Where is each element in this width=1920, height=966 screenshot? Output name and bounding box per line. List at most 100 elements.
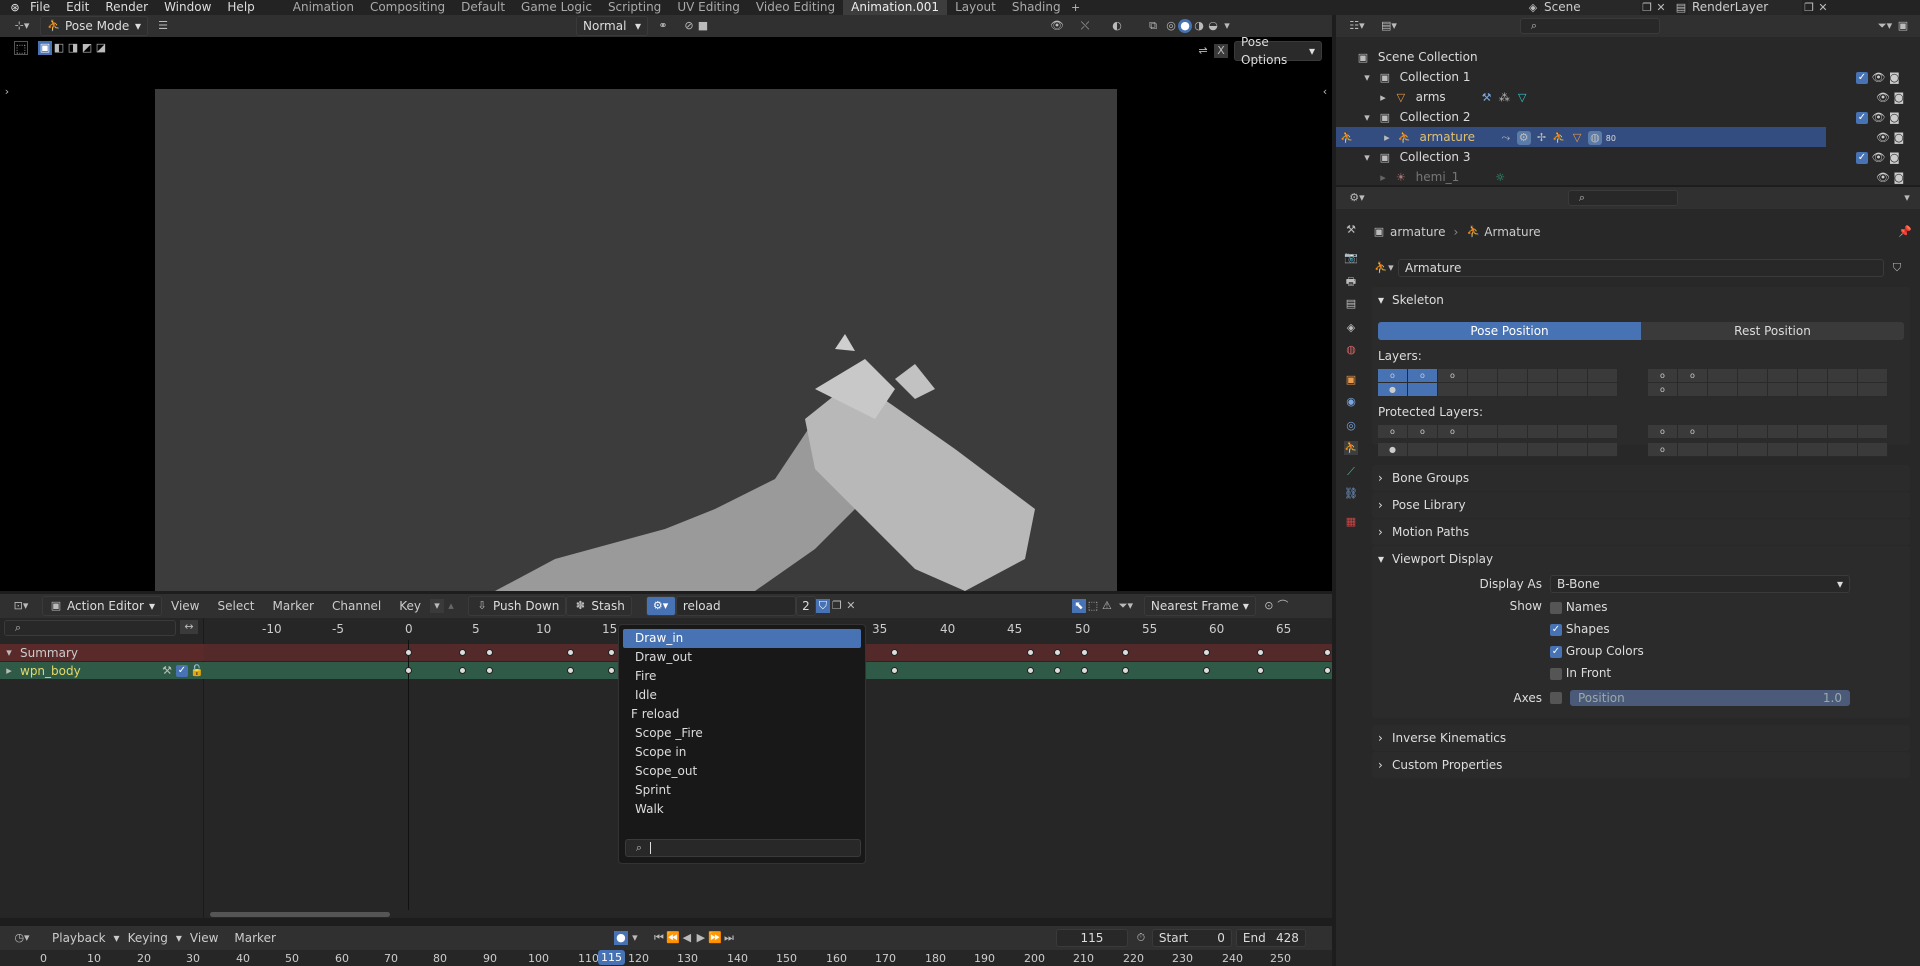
keyframe[interactable] xyxy=(608,667,615,674)
menu-channel[interactable]: Channel xyxy=(323,599,390,613)
browse-action-button[interactable]: ⚙▾ xyxy=(645,596,676,616)
lock-icon[interactable]: 🔓 xyxy=(190,664,204,678)
protected-grid-right[interactable]: oo xyxy=(1648,425,1898,439)
axes-checkbox[interactable] xyxy=(1550,692,1562,704)
layer-cell[interactable] xyxy=(1588,443,1618,457)
shapes-checkbox-row[interactable]: ✓ Shapes xyxy=(1550,621,1610,637)
layer-cell[interactable]: o xyxy=(1648,383,1678,397)
jump-end-icon[interactable]: ⏭ xyxy=(722,931,736,945)
action-icon[interactable]: ⚙ xyxy=(1516,131,1531,145)
menu-key[interactable]: Key xyxy=(390,599,430,613)
shading-options-icon[interactable]: ▾ xyxy=(1220,19,1234,33)
bone-constraint-tab-icon[interactable]: ⛓ xyxy=(1344,487,1358,501)
modifier-wrench-icon[interactable]: ⚒ xyxy=(160,664,174,678)
layer-cell[interactable] xyxy=(1708,383,1738,397)
pose-position-button[interactable]: Pose Position xyxy=(1378,322,1641,340)
layer-up-icon[interactable]: ▴ xyxy=(444,599,458,613)
layer-cell[interactable] xyxy=(1468,425,1498,439)
preview-range-icon[interactable]: ⏱ xyxy=(1134,931,1148,945)
snap-icon[interactable]: ⊘ xyxy=(682,19,696,33)
collapse-icon[interactable]: ▾ xyxy=(1900,191,1914,205)
keyframe[interactable] xyxy=(1257,649,1264,656)
menu-playback[interactable]: Playback xyxy=(44,931,114,945)
transform-orientation[interactable]: Normal ▾ xyxy=(576,16,648,36)
fake-user-shield-icon[interactable]: ⛉ xyxy=(815,599,830,613)
keyframe[interactable] xyxy=(1081,667,1088,674)
action-item-draw-in[interactable]: Draw_in xyxy=(623,629,861,648)
eye-icon[interactable]: 👁 xyxy=(1872,71,1886,84)
layer-cell[interactable] xyxy=(1588,383,1618,397)
x-axis-icon[interactable]: X xyxy=(1214,44,1228,58)
protected-grid-right-row2[interactable]: o xyxy=(1648,443,1902,457)
armature-data-tab-icon[interactable]: ⛹ xyxy=(1344,441,1358,455)
select-extend-icon[interactable]: ◧ xyxy=(52,41,66,55)
layer-cell[interactable]: o xyxy=(1678,369,1708,383)
tab-uv-editing[interactable]: UV Editing xyxy=(669,0,748,15)
layer-cell[interactable] xyxy=(1858,425,1888,439)
layer-cell[interactable]: o xyxy=(1408,425,1438,439)
pin-icon[interactable]: 📌 xyxy=(1898,225,1912,239)
names-checkbox[interactable] xyxy=(1550,601,1562,614)
output-tab-icon[interactable]: 🖶 xyxy=(1344,275,1358,289)
solid-shading-icon[interactable]: ● xyxy=(1178,19,1192,33)
bone-icon[interactable]: ⛹ xyxy=(1552,131,1566,145)
keyframe[interactable] xyxy=(1257,667,1264,674)
rendered-shading-icon[interactable]: ◒ xyxy=(1206,19,1220,33)
layer-cell[interactable] xyxy=(1858,383,1888,397)
layer-cell[interactable] xyxy=(1828,425,1858,439)
exclude-checkbox[interactable]: ✓ xyxy=(1856,72,1868,84)
tab-game-logic[interactable]: Game Logic xyxy=(513,0,600,15)
menu-marker-timeline[interactable]: Marker xyxy=(226,931,283,945)
wireframe-shading-icon[interactable]: ◎ xyxy=(1164,19,1178,33)
action-users-count[interactable]: 2 xyxy=(795,596,816,616)
action-item-reload[interactable]: F reload xyxy=(623,705,861,724)
layer-cell[interactable] xyxy=(1738,425,1768,439)
action-item-scope-fire[interactable]: Scope _Fire xyxy=(623,724,861,743)
tool-tab-icon[interactable]: ⚒ xyxy=(1344,223,1358,237)
layer-cell[interactable] xyxy=(1678,443,1708,457)
eye-icon[interactable]: 👁 xyxy=(1872,151,1886,164)
properties-editor-icon[interactable]: ⚙▾ xyxy=(1346,191,1368,205)
channel-search[interactable]: ⌕ xyxy=(4,620,176,636)
keyframe[interactable] xyxy=(1122,649,1129,656)
keyframe[interactable] xyxy=(1054,649,1061,656)
camera-icon[interactable]: ◙ xyxy=(1889,71,1900,84)
layer-down-icon[interactable]: ▾ xyxy=(430,599,445,613)
vertex-group-icon[interactable]: ⁂ xyxy=(1497,91,1511,105)
tab-animation[interactable]: Animation xyxy=(285,0,362,15)
tab-video-editing[interactable]: Video Editing xyxy=(748,0,843,15)
eye-icon[interactable]: 👁 xyxy=(1876,171,1890,184)
expand-arrow-icon[interactable]: ▸ xyxy=(1376,171,1390,185)
push-down-button[interactable]: ⇩ Push Down xyxy=(468,596,567,616)
keyframe[interactable] xyxy=(1027,667,1034,674)
layer-cell[interactable] xyxy=(1828,369,1858,383)
cursor-tool-icon[interactable]: ⬚ xyxy=(14,41,28,55)
camera-icon[interactable]: ◙ xyxy=(1889,151,1900,164)
sidebar-collapse-icon[interactable]: ‹ xyxy=(1318,85,1332,99)
object-tab-icon[interactable]: ▣ xyxy=(1344,373,1358,387)
tab-scripting[interactable]: Scripting xyxy=(600,0,669,15)
layer-cell[interactable] xyxy=(1498,383,1528,397)
menu-file[interactable]: File xyxy=(22,0,58,15)
camera-icon[interactable]: ◙ xyxy=(1893,91,1904,104)
toolbar-collapse-icon[interactable]: › xyxy=(0,85,14,99)
expand-arrow-icon[interactable]: ▸ xyxy=(1376,91,1390,105)
fake-user-icon[interactable]: ⛉ xyxy=(1890,261,1904,275)
outliner-row-collection-2[interactable]: ▾ ▣ Collection 2 xyxy=(1336,107,1826,127)
keyframe[interactable] xyxy=(1027,649,1034,656)
scene-name[interactable]: Scene xyxy=(1540,0,1640,15)
bone-groups-panel[interactable]: › Bone Groups xyxy=(1372,465,1910,491)
blender-logo-icon[interactable]: ⊛ xyxy=(8,1,22,15)
group-colors-checkbox[interactable]: ✓ xyxy=(1550,645,1562,658)
camera-icon[interactable]: ◙ xyxy=(1889,111,1900,124)
keyframe[interactable] xyxy=(1203,649,1210,656)
layer-cell[interactable]: o xyxy=(1438,369,1468,383)
duplicate-action-icon[interactable]: ❐ xyxy=(830,599,844,613)
record-icon[interactable]: ● xyxy=(613,931,628,945)
select-invert-icon[interactable]: ◩ xyxy=(80,41,94,55)
layer-cell[interactable] xyxy=(1738,369,1768,383)
channel-summary[interactable]: ▾ Summary xyxy=(0,644,204,661)
layer-cell[interactable] xyxy=(1468,383,1498,397)
protected-grid-left[interactable]: ooo xyxy=(1378,425,1628,439)
layer-cell[interactable] xyxy=(1708,425,1738,439)
